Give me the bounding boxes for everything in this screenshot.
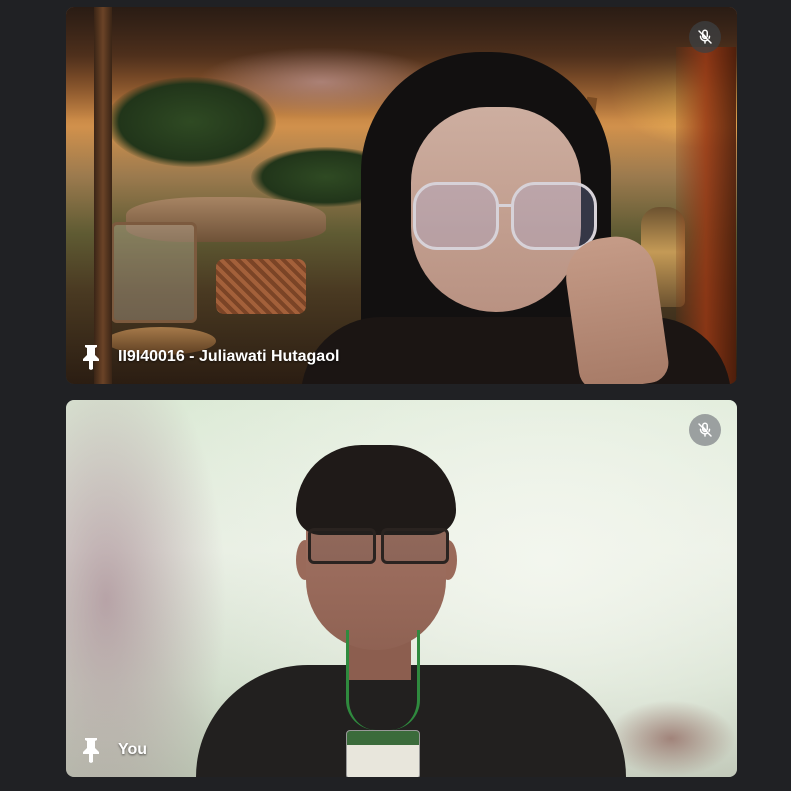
meeting-grid: II9I40016 - Juliawati Hutagaol You — [0, 0, 791, 791]
participant-video — [66, 7, 737, 384]
pin-button[interactable] — [80, 344, 102, 370]
mic-off-icon — [698, 422, 712, 437]
id-badge — [346, 730, 420, 777]
mic-muted-indicator[interactable] — [689, 21, 721, 53]
participant-person — [301, 52, 731, 384]
participant-name: You — [118, 741, 148, 758]
pin-icon — [83, 345, 99, 370]
background-chair — [111, 222, 197, 323]
glasses — [308, 528, 458, 568]
background-stool — [216, 259, 306, 314]
participant-tile-self[interactable]: You — [66, 400, 737, 777]
pin-button[interactable] — [80, 737, 102, 763]
participant-person — [196, 440, 626, 777]
mic-muted-indicator[interactable] — [689, 414, 721, 446]
lanyard — [346, 630, 420, 730]
participant-name: II9I40016 - Juliawati Hutagaol — [118, 348, 340, 365]
self-video — [66, 400, 737, 777]
participant-name-bar: II9I40016 - Juliawati Hutagaol — [80, 344, 339, 370]
tent-pole — [94, 7, 112, 384]
pin-icon — [83, 738, 99, 763]
mic-off-icon — [698, 29, 712, 44]
participant-tile-juliawati[interactable]: II9I40016 - Juliawati Hutagaol — [66, 7, 737, 384]
background-tree — [106, 77, 276, 167]
participant-name-bar: You — [80, 737, 147, 763]
glasses — [413, 182, 603, 252]
